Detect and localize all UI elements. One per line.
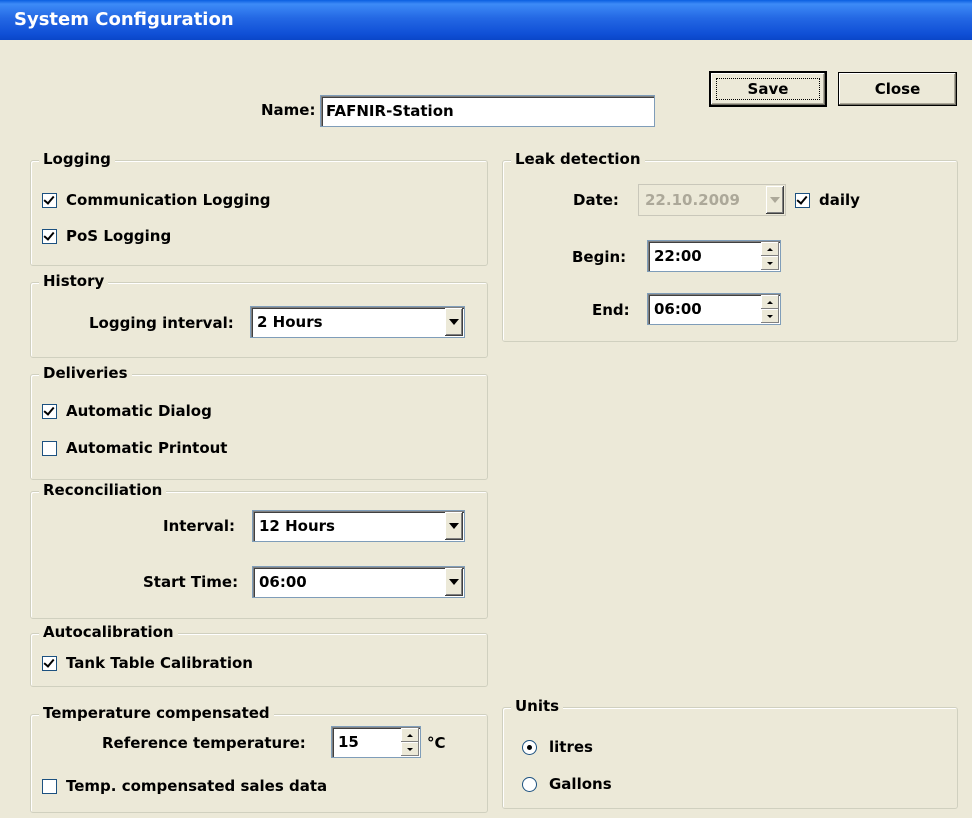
start-time-label: Start Time: (143, 573, 239, 591)
pos-logging-checkbox[interactable]: PoS Logging (42, 227, 171, 245)
history-title: History (39, 272, 109, 290)
reference-temperature-value: 15 (338, 733, 359, 751)
logging-interval-label: Logging interval: (89, 314, 234, 332)
units-radio-gallons[interactable]: Gallons (522, 775, 612, 793)
reconciliation-interval-value: 12 Hours (259, 517, 335, 535)
name-label: Name: (261, 101, 316, 119)
chevron-down-icon[interactable] (445, 512, 463, 540)
checkbox-box (795, 192, 810, 208)
tank-table-calibration-label: Tank Table Calibration (66, 654, 253, 672)
communication-logging-checkbox[interactable]: Communication Logging (42, 191, 271, 209)
spin-down-icon[interactable] (761, 309, 779, 323)
spin-buttons[interactable] (761, 295, 779, 323)
reconciliation-interval-select[interactable]: 12 Hours (252, 510, 465, 542)
reconciliation-interval-label: Interval: (163, 517, 236, 535)
logging-group: Logging (30, 150, 488, 266)
pos-logging-label: PoS Logging (66, 227, 172, 245)
leak-end-label: End: (592, 301, 630, 319)
checkbox-box (42, 403, 57, 419)
units-group: Units (502, 697, 958, 809)
start-time-select[interactable]: 06:00 (252, 566, 465, 598)
spin-down-icon[interactable] (401, 742, 419, 756)
automatic-printout-checkbox[interactable]: Automatic Printout (42, 439, 227, 457)
units-title: Units (511, 697, 564, 715)
leak-begin-value: 22:00 (654, 247, 702, 265)
leak-begin-label: Begin: (572, 248, 627, 266)
chevron-down-icon[interactable] (445, 568, 463, 596)
tank-table-calibration-checkbox[interactable]: Tank Table Calibration (42, 654, 253, 672)
leak-date-value: 22.10.2009 (645, 191, 740, 209)
spin-buttons[interactable] (761, 242, 779, 270)
leak-daily-checkbox[interactable]: daily (795, 191, 860, 209)
name-value: FAFNIR-Station (326, 102, 454, 120)
radio-dot (522, 776, 537, 792)
spin-up-icon[interactable] (401, 728, 419, 742)
automatic-dialog-label: Automatic Dialog (66, 402, 212, 420)
spin-down-icon[interactable] (761, 256, 779, 270)
temperature-unit: °C (427, 734, 446, 752)
checkbox-box (42, 228, 57, 244)
temp-compensated-sales-checkbox[interactable]: Temp. compensated sales data (42, 777, 327, 795)
leak-end-value: 06:00 (654, 300, 702, 318)
chevron-down-icon[interactable] (445, 308, 463, 336)
spin-buttons[interactable] (401, 728, 419, 756)
units-gallons-label: Gallons (549, 775, 612, 793)
automatic-printout-label: Automatic Printout (66, 439, 228, 457)
dialog-body: Save Close Name: FAFNIR-Station Logging … (6, 40, 972, 818)
window-title: System Configuration (14, 9, 234, 30)
deliveries-title: Deliveries (39, 364, 132, 382)
reference-temperature-label: Reference temperature: (102, 734, 306, 752)
checkbox-box (42, 440, 57, 456)
start-time-value: 06:00 (259, 573, 307, 591)
temp-compensated-sales-label: Temp. compensated sales data (66, 777, 328, 795)
deliveries-group: Deliveries (30, 364, 488, 480)
units-litres-label: litres (549, 738, 593, 756)
close-button-label: Close (874, 80, 921, 98)
leak-date-picker: 22.10.2009 (638, 184, 786, 216)
leak-begin-time[interactable]: 22:00 (647, 240, 781, 272)
radio-dot (522, 739, 537, 755)
temperature-title: Temperature compensated (39, 704, 274, 722)
checkbox-box (42, 655, 57, 671)
leak-date-label: Date: (573, 191, 619, 209)
leak-daily-label: daily (819, 191, 860, 209)
reconciliation-title: Reconciliation (39, 481, 167, 499)
close-button[interactable]: Close (838, 72, 957, 106)
checkbox-box (42, 778, 57, 794)
name-input[interactable]: FAFNIR-Station (320, 95, 655, 127)
units-radio-litres[interactable]: litres (522, 738, 593, 756)
checkbox-box (42, 192, 57, 208)
autocalibration-title: Autocalibration (39, 623, 178, 641)
communication-logging-label: Communication Logging (66, 191, 271, 209)
logging-title: Logging (39, 150, 115, 168)
spin-up-icon[interactable] (761, 242, 779, 256)
leak-end-time[interactable]: 06:00 (647, 293, 781, 325)
automatic-dialog-checkbox[interactable]: Automatic Dialog (42, 402, 212, 420)
chevron-down-icon (766, 186, 784, 214)
logging-interval-value: 2 Hours (257, 313, 323, 331)
save-button[interactable]: Save (709, 71, 827, 107)
logging-interval-select[interactable]: 2 Hours (250, 306, 465, 338)
reference-temperature-spinner[interactable]: 15 (331, 726, 421, 758)
title-bar[interactable]: System Configuration (0, 0, 972, 40)
focus-rect (716, 78, 820, 100)
spin-up-icon[interactable] (761, 295, 779, 309)
leak-detection-title: Leak detection (511, 150, 645, 168)
